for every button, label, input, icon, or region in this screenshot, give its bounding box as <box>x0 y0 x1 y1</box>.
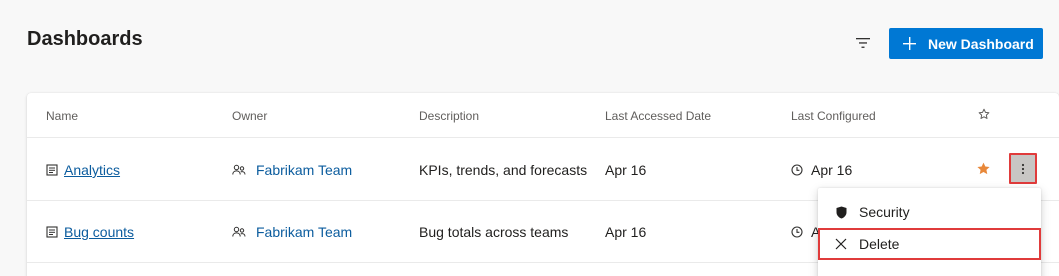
star-outline-icon[interactable] <box>978 108 990 120</box>
owner-link[interactable]: Fabrikam Team <box>256 162 352 178</box>
column-header-last-accessed[interactable]: Last Accessed Date <box>605 109 711 123</box>
team-icon <box>232 164 246 176</box>
favorite-star-icon[interactable] <box>976 161 991 176</box>
context-menu: Security Delete <box>818 188 1041 276</box>
last-accessed-text: Apr 16 <box>605 162 647 178</box>
new-dashboard-label: New Dashboard <box>928 35 1034 52</box>
shield-icon <box>834 206 848 219</box>
team-icon <box>232 226 246 238</box>
more-vertical-icon <box>1021 163 1025 175</box>
row-divider <box>27 137 1059 138</box>
description-text: KPIs, trends, and forecasts <box>419 162 588 178</box>
column-header-owner[interactable]: Owner <box>232 109 267 123</box>
column-header-last-configured[interactable]: Last Configured <box>791 109 876 123</box>
new-dashboard-button[interactable]: New Dashboard <box>889 28 1043 59</box>
plus-icon <box>903 37 916 50</box>
last-configured-text: Apr 16 <box>811 162 853 178</box>
filter-icon <box>856 37 870 49</box>
menu-item-label: Delete <box>859 236 900 252</box>
menu-item-delete[interactable]: Delete <box>818 228 1041 260</box>
column-header-name[interactable]: Name <box>46 109 78 123</box>
page-title: Dashboards <box>27 28 143 50</box>
more-actions-button[interactable] <box>1009 153 1037 184</box>
dashboard-icon <box>46 226 58 238</box>
menu-item-label: Security <box>859 204 910 220</box>
column-header-description[interactable]: Description <box>419 109 479 123</box>
menu-item-security[interactable]: Security <box>818 196 1041 228</box>
filter-button[interactable] <box>850 30 876 56</box>
clock-icon <box>791 164 803 176</box>
dashboard-link[interactable]: Analytics <box>64 162 120 178</box>
dashboard-link[interactable]: Bug counts <box>64 224 134 240</box>
last-accessed-text: Apr 16 <box>605 224 647 240</box>
close-icon <box>834 238 848 250</box>
owner-link[interactable]: Fabrikam Team <box>256 224 352 240</box>
description-text: Bug totals across teams <box>419 224 569 240</box>
dashboard-icon <box>46 164 58 176</box>
clock-icon <box>791 226 803 238</box>
